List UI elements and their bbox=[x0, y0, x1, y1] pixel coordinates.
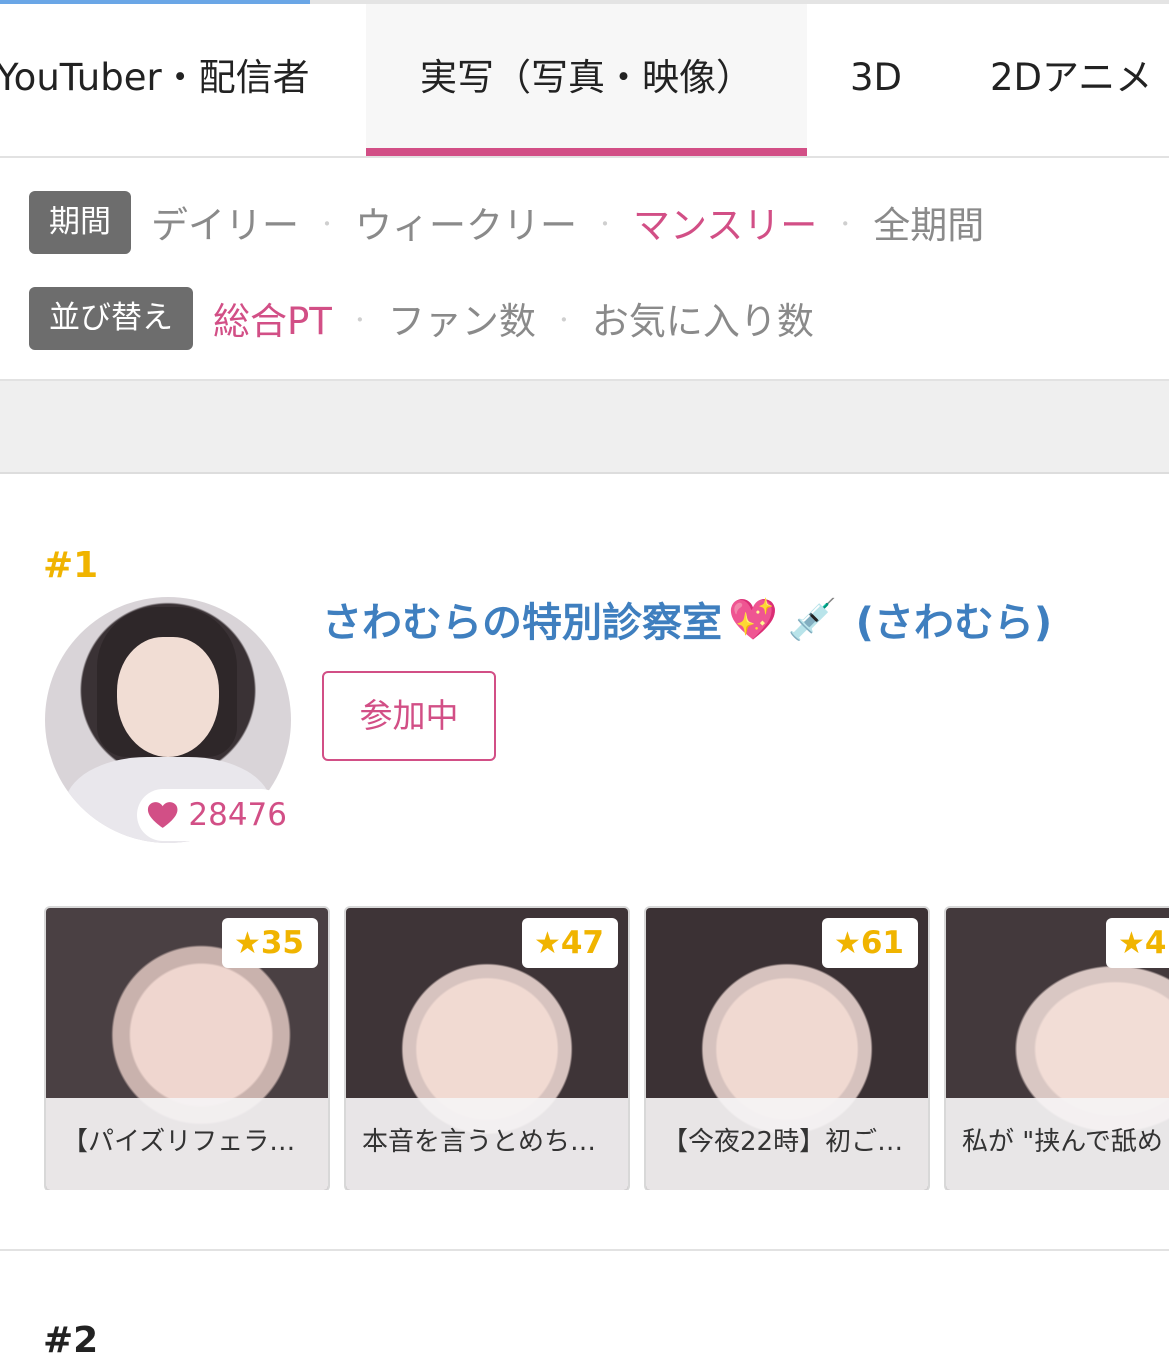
heart-icon bbox=[147, 802, 178, 828]
star-count: 47 bbox=[560, 925, 604, 961]
avatar-face bbox=[117, 637, 219, 757]
sort-option-total-pt[interactable]: 総合PT bbox=[213, 291, 332, 345]
period-filter: 期間 デイリー ・ ウィークリー ・ マンスリー ・ 全期間 bbox=[29, 190, 984, 254]
star-badge: ★35 bbox=[221, 918, 318, 968]
star-badge: ★4 bbox=[1106, 918, 1169, 968]
period-label: 期間 bbox=[29, 190, 131, 254]
channel-name: さわむらの特別診察室 bbox=[322, 600, 722, 646]
sort-filter: 並び替え 総合PT ・ ファン数 ・ お気に入り数 bbox=[29, 286, 814, 350]
divider bbox=[0, 1249, 1169, 1251]
star-icon: ★ bbox=[1118, 926, 1145, 961]
divider bbox=[0, 472, 1169, 474]
star-badge: ★61 bbox=[821, 918, 918, 968]
video-title: 【今夜22時】初ご… bbox=[646, 1098, 928, 1190]
tab-3d[interactable]: 3D bbox=[850, 4, 902, 156]
period-option-monthly[interactable]: マンスリー bbox=[633, 195, 817, 249]
star-icon: ★ bbox=[533, 926, 561, 961]
tab-2d-anime[interactable]: 2Dアニメ bbox=[990, 4, 1152, 156]
video-card[interactable]: ★35 【パイズリフェラ… bbox=[44, 906, 330, 1190]
period-option-all-time[interactable]: 全期間 bbox=[873, 195, 984, 249]
period-option-daily[interactable]: デイリー bbox=[151, 195, 299, 249]
star-count: 61 bbox=[860, 925, 904, 961]
star-badge: ★47 bbox=[521, 918, 618, 968]
star-count: 35 bbox=[260, 925, 304, 961]
video-title: 【パイズリフェラ… bbox=[46, 1098, 328, 1190]
video-title: 私が "挟んで舐め bbox=[946, 1098, 1169, 1190]
sparkling-heart-icon: 💖 bbox=[728, 596, 778, 643]
star-count: 4 bbox=[1144, 925, 1167, 961]
likes-badge: 28476 bbox=[137, 789, 287, 841]
likes-count: 28476 bbox=[188, 797, 287, 833]
separator: ・ bbox=[595, 211, 615, 236]
tab-live-action-label: 実写（写真・映像） bbox=[420, 56, 753, 99]
video-card[interactable]: ★47 本音を言うとめち… bbox=[344, 906, 630, 1190]
sort-option-favorites[interactable]: お気に入り数 bbox=[592, 291, 814, 345]
period-option-weekly[interactable]: ウィークリー bbox=[355, 195, 577, 249]
separator: ・ bbox=[317, 211, 337, 236]
sort-label: 並び替え bbox=[29, 286, 193, 350]
ad-space bbox=[0, 381, 1169, 473]
rank-number: #1 bbox=[43, 545, 99, 586]
video-title: 本音を言うとめち… bbox=[346, 1098, 628, 1190]
channel-handle: (さわむら) bbox=[855, 600, 1053, 646]
syringe-icon: 💉 bbox=[787, 596, 838, 643]
channel-name-link[interactable]: さわむらの特別診察室 💖 💉 (さわむら) bbox=[322, 590, 1052, 648]
video-list: ★35 【パイズリフェラ… ★47 本音を言うとめち… ★61 【今夜22時】初… bbox=[44, 906, 1169, 1190]
separator: ・ bbox=[835, 211, 856, 236]
star-icon: ★ bbox=[233, 926, 261, 961]
tab-live-action[interactable]: 実写（写真・映像） bbox=[366, 4, 807, 156]
category-tabs: YouTuber・配信者 実写（写真・映像） 3D 2Dアニメ bbox=[0, 4, 1169, 158]
participating-button[interactable]: 参加中 bbox=[322, 671, 496, 761]
tab-youtuber[interactable]: YouTuber・配信者 bbox=[0, 4, 310, 156]
video-card[interactable]: ★4 私が "挟んで舐め bbox=[944, 906, 1169, 1190]
active-tab-indicator bbox=[366, 148, 807, 156]
separator: ・ bbox=[553, 307, 574, 332]
video-card[interactable]: ★61 【今夜22時】初ご… bbox=[644, 906, 930, 1190]
star-icon: ★ bbox=[833, 926, 861, 961]
separator: ・ bbox=[349, 307, 370, 332]
rank-number: #2 bbox=[43, 1320, 99, 1361]
sort-option-fans[interactable]: ファン数 bbox=[388, 291, 536, 345]
